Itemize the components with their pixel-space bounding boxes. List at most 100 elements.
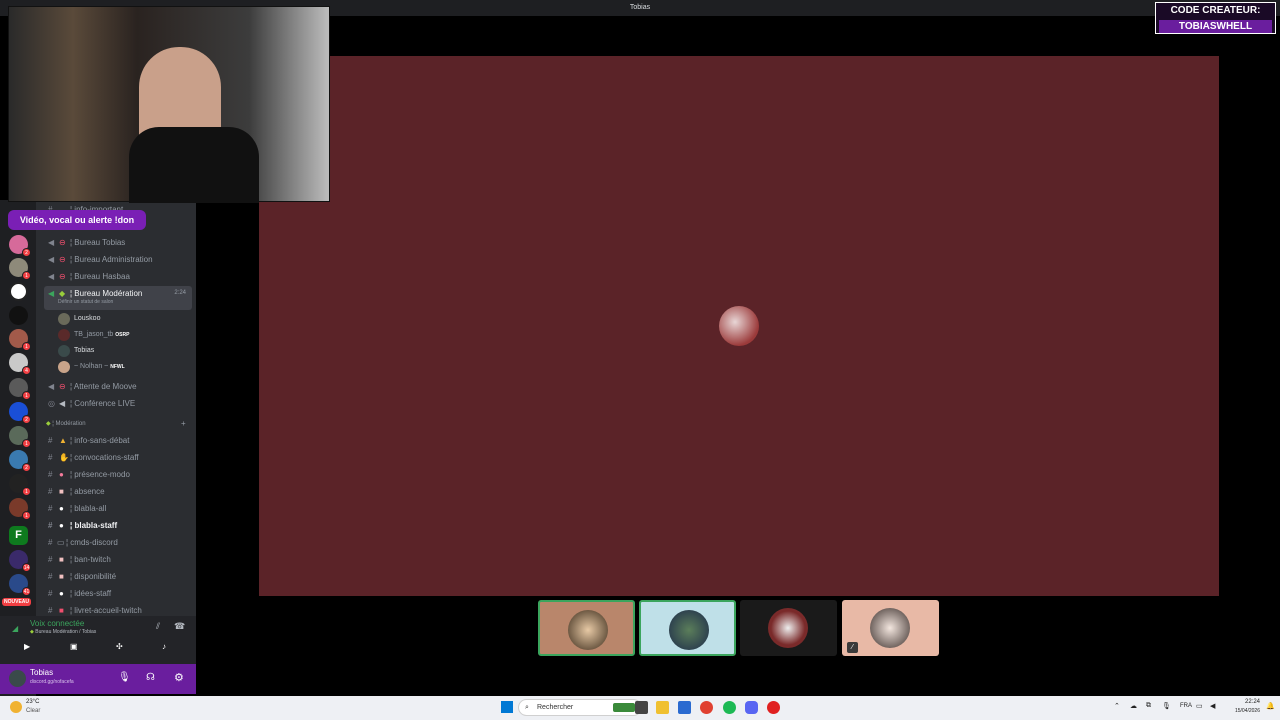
- avatar[interactable]: [9, 670, 26, 687]
- member-tag: NFWL: [110, 364, 125, 370]
- muted-icon: ⁄: [847, 642, 858, 653]
- voice-member[interactable]: TB_jason_tb OSRP: [58, 328, 129, 342]
- signal-icon: ◢: [12, 624, 19, 633]
- text-channel[interactable]: # ■ ¦ livret-accueil-twitch: [44, 603, 192, 616]
- gear-icon[interactable]: ⚙: [174, 671, 184, 684]
- text-channel[interactable]: # ● ¦ présence-modo: [44, 467, 192, 482]
- clock-time[interactable]: 22:24: [1236, 699, 1260, 705]
- noise-suppression-icon[interactable]: ⫽: [156, 621, 160, 632]
- usb-icon[interactable]: ⧉: [1146, 702, 1151, 710]
- server-icon[interactable]: 1: [9, 378, 31, 400]
- server-icon[interactable]: 1: [9, 258, 31, 280]
- creator-code-label: CODE CREATEUR:: [1170, 5, 1261, 16]
- server-icon[interactable]: 2: [9, 235, 31, 257]
- text-channel[interactable]: # ▭ ¦ cmds-discord: [44, 535, 192, 550]
- volume-icon[interactable]: ◀: [1210, 702, 1215, 710]
- speech-bubble-icon: ●: [59, 589, 64, 598]
- voice-channel-bureau-administration[interactable]: ◀ ⊖ ¦ Bureau Administration: [44, 252, 192, 267]
- server-icon[interactable]: 1: [9, 329, 31, 351]
- voice-channel-bureau-tobias[interactable]: ◀ ⊖ ¦ Bureau Tobias: [44, 235, 192, 250]
- unread-badge: 1: [22, 439, 31, 448]
- voice-channel-attente-moove[interactable]: ◀ ⊖ ¦ Attente de Moove: [44, 379, 192, 394]
- weather-temp[interactable]: 23°C: [26, 699, 39, 705]
- task-view-icon[interactable]: [635, 701, 648, 714]
- clock-date[interactable]: 15/04/2026: [1228, 708, 1260, 714]
- text-channel[interactable]: # ▲ ¦ info-sans-débat: [44, 433, 192, 448]
- participant-tile-1[interactable]: [538, 600, 635, 656]
- language-indicator[interactable]: FRA: [1180, 703, 1192, 709]
- camera-off-icon[interactable]: ▶: [24, 642, 38, 654]
- microphone-icon[interactable]: 🎙: [118, 672, 131, 683]
- microphone-tray-icon[interactable]: 🎙: [1162, 702, 1171, 710]
- avatar: [58, 329, 70, 341]
- disconnect-icon[interactable]: ☎: [174, 621, 185, 632]
- server-icon[interactable]: [9, 282, 28, 301]
- text-channel[interactable]: # ■ ¦ absence: [44, 484, 192, 499]
- calculator-icon[interactable]: [678, 701, 691, 714]
- add-channel-icon[interactable]: +: [181, 419, 186, 428]
- weather-icon[interactable]: [10, 701, 22, 713]
- participant-tile-4[interactable]: ⁄: [842, 600, 939, 656]
- hash-icon: #: [48, 606, 53, 615]
- stage-icon: ◎: [48, 399, 55, 408]
- hash-icon: #: [48, 521, 53, 530]
- cloud-icon[interactable]: ☁: [1130, 702, 1137, 710]
- file-explorer-icon[interactable]: [656, 701, 669, 714]
- obs-icon[interactable]: [767, 701, 780, 714]
- text-channel-unread[interactable]: # ● ¦ blabla-staff: [44, 518, 192, 533]
- taskbar-search[interactable]: ⌕ Rechercher: [518, 699, 642, 716]
- no-entry-icon: ⊖: [59, 255, 66, 264]
- discord-icon[interactable]: [745, 701, 758, 714]
- channel-label: ¦ ban-twitch: [70, 555, 111, 564]
- windows-start-icon[interactable]: [501, 701, 513, 713]
- activities-icon[interactable]: ✣: [116, 642, 130, 654]
- server-icon[interactable]: 1: [9, 474, 31, 496]
- participant-tile-3[interactable]: [740, 600, 837, 656]
- voice-channel-bureau-moderation[interactable]: ◀ ◆ ¦ Bureau Modération 2:24 Définir un s…: [44, 286, 192, 310]
- text-channel[interactable]: # ● ¦ idées-staff: [44, 586, 192, 601]
- chevron-up-icon[interactable]: ⌃: [1114, 702, 1120, 710]
- voice-member[interactable]: ~ Nolhan ~ NFWL: [58, 360, 125, 374]
- notification-bell-icon[interactable]: 🔔: [1266, 702, 1275, 710]
- screen-share-icon[interactable]: ▣: [70, 642, 84, 654]
- avatar: [58, 313, 70, 325]
- x-server-icon[interactable]: [9, 306, 28, 325]
- channel-label: ¦ livret-accueil-twitch: [70, 606, 142, 615]
- text-channel[interactable]: # ✋ ¦ convocations-staff: [44, 450, 192, 465]
- server-icon[interactable]: 4: [9, 353, 31, 375]
- avatar: [58, 345, 70, 357]
- voice-status[interactable]: Voix connectée: [30, 619, 84, 628]
- text-channel[interactable]: # ● ¦ blabla-all: [44, 501, 192, 516]
- server-icon[interactable]: 1: [9, 426, 31, 448]
- server-icon[interactable]: 1: [9, 498, 31, 520]
- server-icon[interactable]: 2: [9, 402, 31, 424]
- creator-code-banner: CODE CREATEUR: TOBIASWHELL: [1155, 2, 1276, 34]
- member-tag: OSRP: [115, 332, 130, 338]
- category-header[interactable]: ◆ ¦ Modération: [46, 420, 86, 427]
- server-icon[interactable]: 14: [9, 550, 31, 572]
- f-server-icon[interactable]: F: [9, 526, 28, 545]
- voice-location[interactable]: ◆ Bureau Modération / Tobias: [30, 629, 96, 635]
- channel-status-placeholder[interactable]: Définir un statut de salon: [58, 298, 113, 307]
- text-channel[interactable]: # ■ ¦ disponibilité: [44, 569, 192, 584]
- voice-member[interactable]: Tobias: [58, 344, 94, 358]
- voice-channel-bureau-hasbaa[interactable]: ◀ ⊖ ¦ Bureau Hasbaa: [44, 269, 192, 284]
- note-icon: ■: [59, 572, 64, 581]
- stage-channel-conference[interactable]: ◎ ◀ ¦ Conférence LIVE: [44, 396, 192, 411]
- channel-label: ¦ absence: [70, 487, 105, 496]
- headphones-icon[interactable]: ☊: [146, 672, 155, 683]
- network-icon[interactable]: ▭: [1196, 702, 1203, 710]
- chrome-icon[interactable]: [700, 701, 713, 714]
- server-icon[interactable]: 41: [9, 574, 31, 596]
- participant-tile-2[interactable]: [639, 600, 736, 656]
- unread-badge: 2: [22, 463, 31, 472]
- speaker-avatar: [719, 306, 759, 346]
- server-icon[interactable]: 2: [9, 450, 31, 472]
- soundboard-icon[interactable]: ♪: [162, 642, 176, 654]
- text-channel[interactable]: # ■ ¦ ban-twitch: [44, 552, 192, 567]
- note-icon: ■: [59, 487, 64, 496]
- channel-label: ¦ blabla-all: [70, 504, 107, 513]
- spotify-icon[interactable]: [723, 701, 736, 714]
- speaker-icon: ◀: [48, 255, 55, 264]
- voice-member[interactable]: Louskoo: [58, 312, 100, 326]
